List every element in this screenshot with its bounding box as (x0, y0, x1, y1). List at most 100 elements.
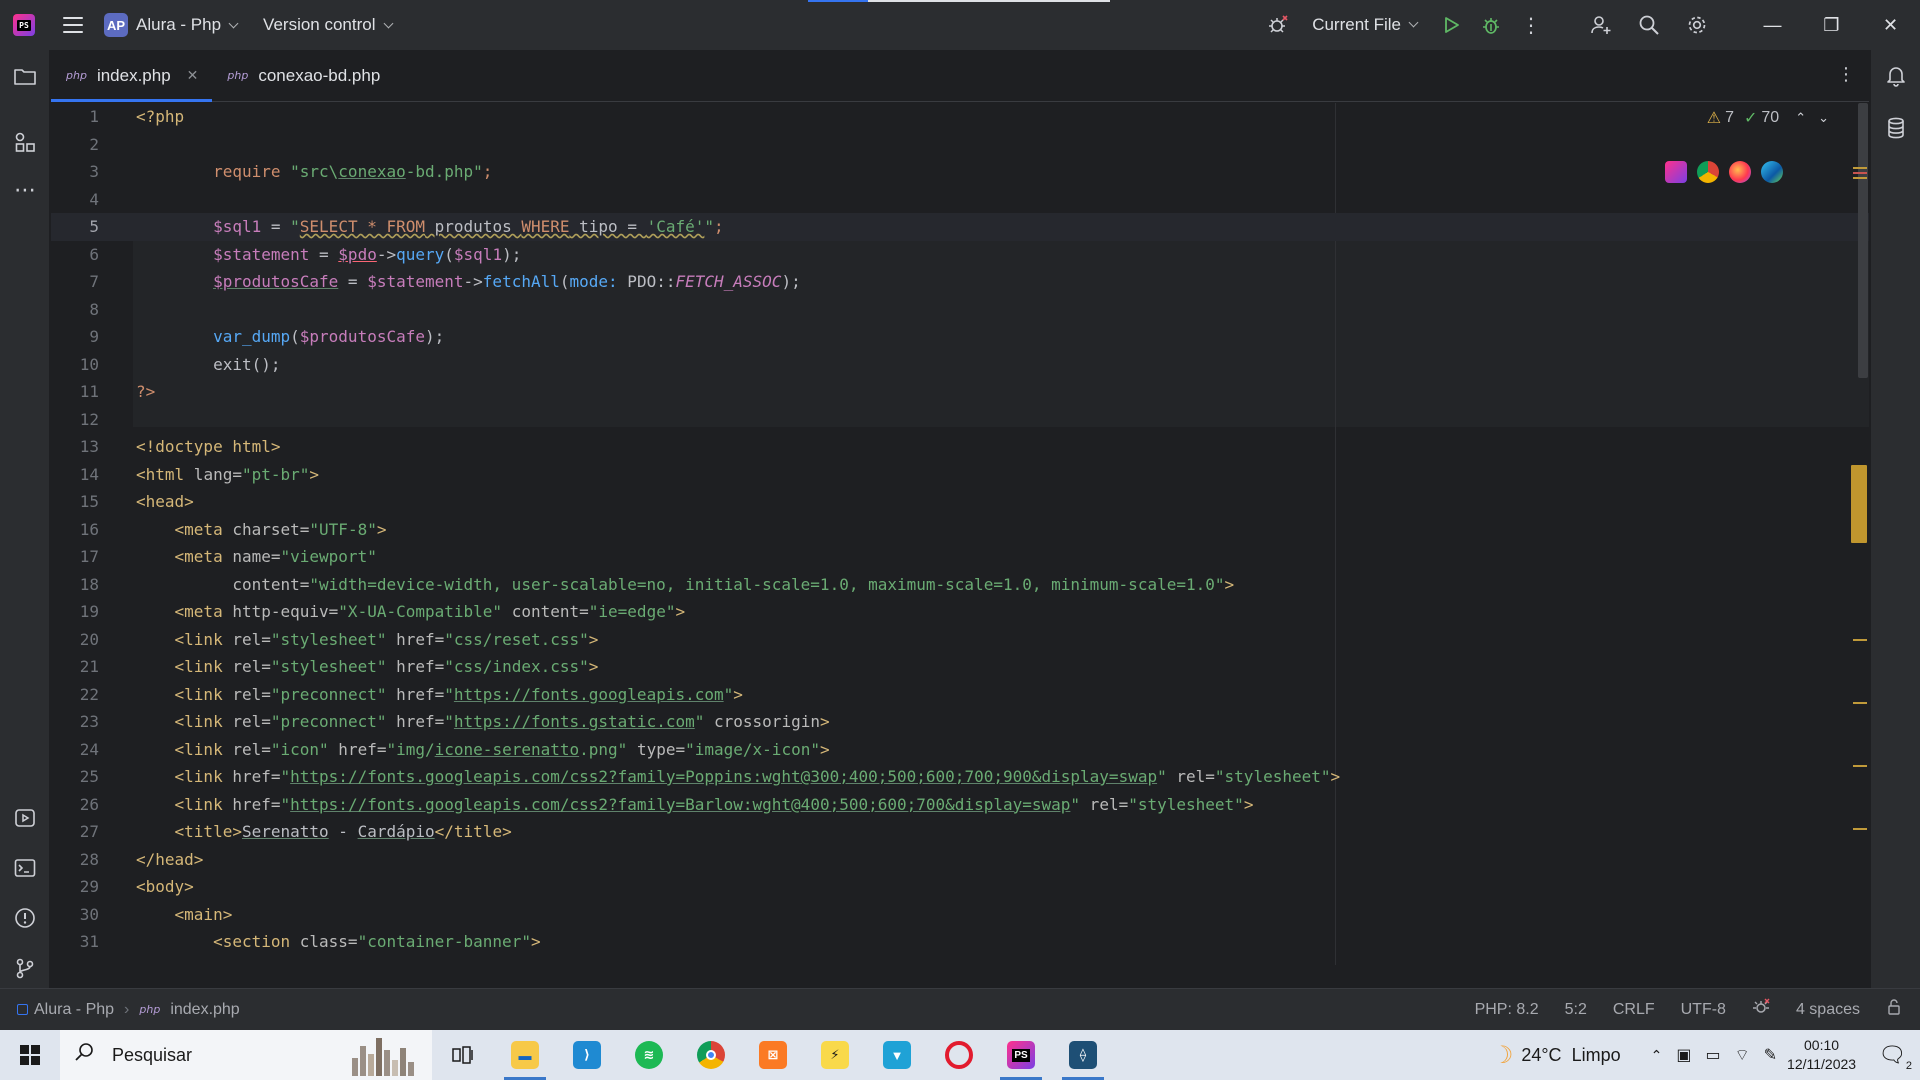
inspections-widget-icon[interactable] (1752, 998, 1770, 1021)
code-line: 24 <link rel="icon" href="img/icone-sere… (79, 739, 830, 759)
main-menu-icon[interactable] (63, 17, 83, 33)
project-folder-icon[interactable] (13, 64, 37, 88)
mysql-workbench-icon: ⟠ (1069, 1041, 1097, 1069)
error-stripe-marker[interactable] (1853, 702, 1867, 704)
services-icon[interactable] (13, 806, 37, 830)
pen-icon[interactable]: ✎ (1764, 1045, 1777, 1065)
project-name: Alura - Php (136, 15, 222, 34)
error-stripe-marker[interactable] (1853, 639, 1867, 641)
xampp-app[interactable]: ⊠ (742, 1030, 804, 1080)
chrome-app[interactable] (680, 1030, 742, 1080)
debug-settings-icon[interactable] (1258, 0, 1298, 50)
git-bash-app[interactable]: ⚡ (804, 1030, 866, 1080)
git-branch-icon[interactable] (13, 956, 37, 980)
chevron-down-icon (383, 18, 393, 29)
date: 12/11/2023 (1787, 1056, 1857, 1072)
error-stripe-marker[interactable] (1853, 172, 1867, 174)
more-actions-icon[interactable]: ⋮ (1511, 0, 1551, 50)
phpstorm-app[interactable]: PS (990, 1030, 1052, 1080)
vscode-app[interactable]: ⟩ (556, 1030, 618, 1080)
file-encoding[interactable]: UTF-8 (1681, 1001, 1726, 1019)
show-hidden-icons-chevron-icon[interactable]: ⌃ (1651, 1047, 1663, 1064)
search-placeholder: Pesquisar (112, 1044, 193, 1065)
problems-icon[interactable] (13, 906, 37, 930)
minimize-button[interactable]: — (1743, 0, 1802, 50)
error-stripe-marker[interactable] (1853, 167, 1867, 169)
module-icon (17, 1004, 28, 1015)
code-line: 27 <title>Serenatto - Cardápio</title> (79, 822, 512, 841)
code-line: 12 (79, 409, 99, 429)
code-line-current: 5 $sql1 = "SELECT * FROM produtos WHERE … (51, 213, 1869, 241)
meet-now-icon[interactable]: ▣ (1676, 1045, 1691, 1065)
tab-conexao-bd-php[interactable]: php conexao-bd.php (212, 50, 394, 101)
read-only-lock-icon[interactable] (1886, 999, 1902, 1020)
restore-button[interactable]: ❐ (1802, 0, 1861, 50)
code-line: 6 $statement = $pdo->query($sql1); (89, 244, 522, 264)
run-icon[interactable] (1431, 0, 1471, 50)
file-explorer-app[interactable]: ▬ (494, 1030, 556, 1080)
debug-icon[interactable] (1471, 0, 1511, 50)
structure-icon[interactable] (13, 130, 37, 154)
tab-options-icon[interactable]: ⋮ (1837, 64, 1855, 85)
weather-widget[interactable]: ☽ 24°C Limpo (1492, 1041, 1621, 1070)
code-line: 16 <meta charset="UTF-8"> (79, 519, 387, 539)
code-line: 29 <body> (79, 877, 194, 896)
close-button[interactable]: ✕ (1861, 0, 1920, 50)
windows-logo-icon (20, 1045, 40, 1065)
phpstorm-logo-icon[interactable]: PS (13, 14, 35, 36)
clock[interactable]: 00:10 12/11/2023 (1787, 1036, 1856, 1074)
project-switcher[interactable]: Alura - Php (136, 15, 239, 35)
run-configuration-selector[interactable]: Current File (1312, 15, 1419, 35)
time: 00:10 (1804, 1037, 1840, 1053)
battery-icon[interactable]: ▭ (1705, 1045, 1720, 1065)
start-button[interactable] (0, 1030, 60, 1080)
tab-label: conexao-bd.php (258, 65, 381, 85)
line-separator[interactable]: CRLF (1613, 1001, 1655, 1019)
code-line: 10 exit(); (79, 354, 281, 374)
right-tool-window-bar (1870, 50, 1920, 988)
breadcrumb-file[interactable]: index.php (170, 1001, 239, 1019)
database-icon[interactable] (1884, 116, 1908, 140)
notifications-bell-icon[interactable] (1884, 64, 1908, 88)
code-line: 11 ?> (79, 382, 156, 401)
caret-position[interactable]: 5:2 (1565, 1001, 1587, 1019)
settings-gear-icon[interactable] (1677, 0, 1717, 50)
terminal-icon[interactable] (13, 856, 37, 880)
mysql-workbench-app[interactable]: ⟠ (1052, 1030, 1114, 1080)
wifi-icon[interactable]: ⌔ (1735, 1045, 1750, 1065)
search-icon[interactable] (1629, 0, 1669, 50)
vertical-scrollbar[interactable] (1858, 103, 1868, 378)
spotify-app[interactable]: ≋ (618, 1030, 680, 1080)
error-stripe-marker[interactable] (1851, 465, 1867, 543)
project-badge[interactable]: AP (104, 13, 128, 37)
weather-condition: Limpo (1571, 1044, 1621, 1065)
code-line: 15 <head> (79, 492, 194, 511)
close-tab-icon[interactable]: ✕ (187, 67, 199, 84)
error-stripe-marker[interactable] (1853, 828, 1867, 830)
error-stripe-marker[interactable] (1853, 177, 1867, 179)
windows-taskbar: Pesquisar ▬ ⟩ ≋ ⊠ ⚡ ▼ O PS ⟠ ☽ 24°C Limp… (0, 1030, 1920, 1080)
editor-tabs: php index.php ✕ php conexao-bd.php ⋮ (51, 50, 1869, 102)
version-control-menu[interactable]: Version control (263, 15, 393, 35)
opera-app[interactable]: O (928, 1030, 990, 1080)
tab-index-php[interactable]: php index.php ✕ (51, 50, 213, 102)
file-explorer-icon: ▬ (511, 1041, 539, 1069)
system-tray: ☽ 24°C Limpo ⌃ ▣ ▭ ⌔ ✎ 00:10 12/11/2023 … (1492, 1030, 1920, 1080)
code-with-me-icon[interactable] (1581, 0, 1621, 50)
code-line: 22 <link rel="preconnect" href="https://… (79, 684, 743, 704)
taskbar-search-box[interactable]: Pesquisar (60, 1030, 432, 1080)
breadcrumb-project[interactable]: Alura - Php (34, 1001, 114, 1019)
code-line: 8 (89, 299, 99, 319)
task-view-button[interactable] (432, 1030, 494, 1080)
xampp-icon: ⊠ (759, 1041, 787, 1069)
indent-setting[interactable]: 4 spaces (1796, 1001, 1860, 1019)
error-stripe-marker[interactable] (1853, 765, 1867, 767)
more-tool-windows-icon[interactable]: ⋯ (13, 177, 37, 202)
shield-icon: ▼ (883, 1041, 911, 1069)
php-language-level[interactable]: PHP: 8.2 (1475, 1001, 1539, 1019)
notification-center-button[interactable]: 🗨 2 (1878, 1042, 1912, 1072)
code-line: 13 <!doctype html> (79, 437, 281, 456)
tab-label: index.php (96, 65, 171, 85)
vpn-app[interactable]: ▼ (866, 1030, 928, 1080)
code-editor[interactable]: ⚠ 7 ✓ 70 ⌃⌄ 1 <?php 2 3 require "src\conexa… (51, 103, 1869, 965)
